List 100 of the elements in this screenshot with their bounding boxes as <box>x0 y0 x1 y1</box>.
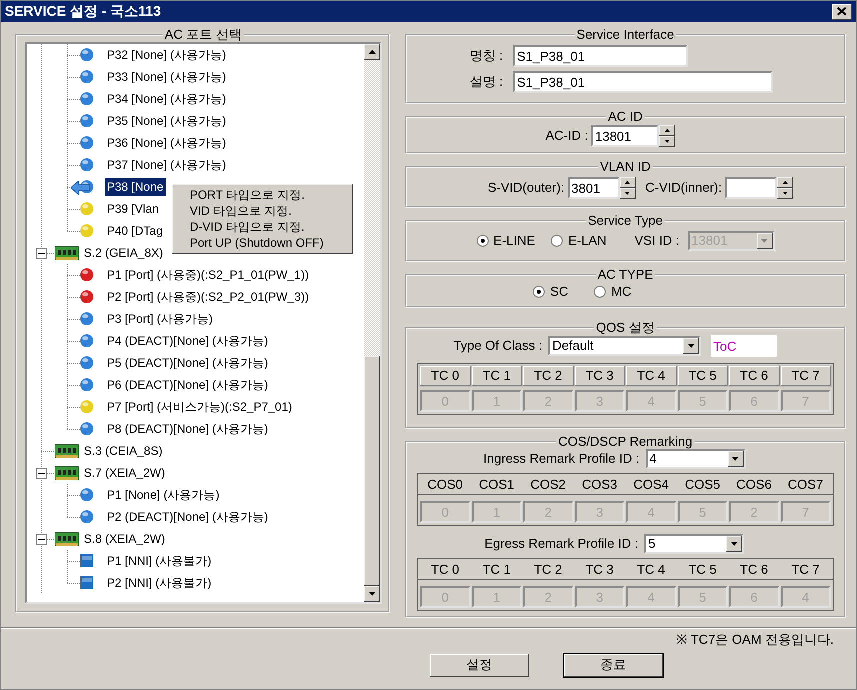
scrollbar[interactable] <box>364 44 380 602</box>
field-label: Egress Remark Profile ID : <box>484 535 638 554</box>
tree-item[interactable]: P34 [None] (사용가능) <box>105 90 228 108</box>
column-header: COS0 <box>426 476 464 494</box>
text-field[interactable]: 3801 <box>568 177 620 199</box>
column-header: TC 5 <box>688 561 718 579</box>
tree-item[interactable]: P2 [NNI] (사용불가) <box>105 574 214 592</box>
scroll-up-icon <box>368 50 376 54</box>
column-header: TC 1 <box>472 366 522 386</box>
tree-item[interactable]: P35 [None] (사용가능) <box>105 112 228 130</box>
field-label: VSI ID : <box>634 232 680 250</box>
spin-control[interactable] <box>777 177 794 199</box>
radio-button[interactable] <box>594 286 606 298</box>
group-title: AC ID <box>607 110 644 124</box>
text-field[interactable]: S1_P38_01 <box>513 45 688 67</box>
board-icon <box>55 466 79 480</box>
text-field[interactable] <box>725 177 778 199</box>
radio-option[interactable]: E-LINE <box>476 231 536 251</box>
column-header: TC 0 <box>430 561 460 579</box>
field-label: AC-ID : <box>546 127 588 146</box>
tree-item[interactable]: P1 [Port] (사용중)(:S2_P1_01(PW_1)) <box>105 266 312 284</box>
menu-item[interactable]: VID 타입으로 지정. <box>173 203 352 219</box>
expander-icon[interactable] <box>36 468 47 478</box>
field-label: 설명 : <box>468 73 504 92</box>
tree-item[interactable]: P40 [DTag <box>105 222 166 240</box>
up-arrow-icon <box>664 129 670 132</box>
field-label: Type Of Class : <box>454 337 542 356</box>
tree-item[interactable]: P38 [None <box>105 178 166 196</box>
board-icon <box>55 444 79 458</box>
tree-item[interactable]: P32 [None] (사용가능) <box>105 46 228 64</box>
tree-item[interactable]: P8 (DEACT)[None] (사용가능) <box>105 420 270 438</box>
arrow-icon <box>71 181 91 195</box>
column-header: COS5 <box>684 476 722 494</box>
close-icon <box>837 7 847 16</box>
board-icon <box>55 246 79 260</box>
window-title: SERVICE 설정 - 국소113 <box>5 2 162 21</box>
group-title: AC 포트 선택 <box>164 28 244 42</box>
radio-option[interactable]: MC <box>594 282 632 302</box>
note-text: ※ TC7은 OAM 전용입니다. <box>676 631 834 649</box>
caret-icon <box>688 344 695 348</box>
text-field[interactable]: S1_P38_01 <box>513 71 774 93</box>
column-header: TC 3 <box>584 561 615 579</box>
tree-item[interactable]: P4 (DEACT)[None] (사용가능) <box>105 332 270 350</box>
close-button[interactable] <box>832 4 852 20</box>
dropdown[interactable]: Default <box>548 336 702 356</box>
radio-button[interactable] <box>551 235 564 247</box>
caret-icon <box>730 542 738 546</box>
column-header: TC 1 <box>482 561 512 579</box>
tree-item[interactable]: P36 [None] (사용가능) <box>105 134 228 152</box>
tree-item[interactable]: P1 [NNI] (사용불가) <box>105 552 214 570</box>
tree-item[interactable]: P5 (DEACT)[None] (사용가능) <box>105 354 270 372</box>
group-title: Service Interface <box>576 28 676 42</box>
column-header: COS2 <box>530 476 568 494</box>
radio-button[interactable] <box>533 286 546 298</box>
dialog-button[interactable]: 종료 <box>564 654 663 676</box>
expander-icon[interactable] <box>36 534 47 544</box>
tree-item[interactable]: P37 [None] (사용가능) <box>105 156 228 174</box>
tree-item[interactable]: S.8 (XEIA_2W) <box>82 530 168 548</box>
down-arrow-icon <box>625 192 630 195</box>
tree-item[interactable]: P2 [Port] (사용중)(:S2_P2_01(PW_3)) <box>105 288 312 306</box>
column-header: TC 5 <box>678 366 728 386</box>
tree-item[interactable]: P39 [Vlan <box>105 200 162 218</box>
tree-item[interactable]: P7 [Port] (서비스가능)(:S2_P7_01) <box>105 398 294 416</box>
text-field[interactable]: 13801 <box>591 125 660 147</box>
expander-icon[interactable] <box>36 248 47 258</box>
column-header: TC 6 <box>729 366 780 386</box>
column-header: COS1 <box>478 476 516 494</box>
tree-item[interactable]: S.3 (CEIA_8S) <box>82 442 165 460</box>
column-header: TC 7 <box>780 366 831 386</box>
tree-item[interactable]: S.2 (GEIA_8X) <box>82 244 166 262</box>
tree-item[interactable]: P2 (DEACT)[None] (사용가능) <box>105 508 270 526</box>
radio-button[interactable] <box>476 235 489 247</box>
spin-control[interactable] <box>659 125 676 147</box>
board-icon <box>55 532 79 546</box>
field-label: Ingress Remark Profile ID : <box>484 450 640 468</box>
menu-item[interactable]: D-VID 타입으로 지정. <box>173 219 352 235</box>
tree-item[interactable]: P6 (DEACT)[None] (사용가능) <box>105 376 270 394</box>
column-header: TC 4 <box>636 561 666 579</box>
tree-item[interactable]: P33 [None] (사용가능) <box>105 68 228 86</box>
down-arrow-icon <box>664 140 670 143</box>
menu-item[interactable]: Port UP (Shutdown OFF) <box>173 235 352 251</box>
caret-icon <box>732 457 740 461</box>
dropdown[interactable]: 4 <box>646 449 746 469</box>
field-label: S-VID(outer): <box>488 179 565 198</box>
field-label: 명칭 : <box>468 47 504 66</box>
text-field[interactable]: ToC <box>711 335 778 357</box>
menu-item[interactable]: PORT 타입으로 지정. <box>173 187 352 203</box>
tree-item[interactable]: P3 [Port] (사용가능) <box>105 310 216 328</box>
radio-option[interactable]: SC <box>533 282 568 302</box>
dialog-button[interactable]: 설정 <box>430 654 529 676</box>
group-title: Service Type <box>587 214 664 228</box>
dropdown[interactable]: 5 <box>644 534 744 554</box>
up-arrow-icon <box>625 181 630 184</box>
column-header: COS4 <box>632 476 670 494</box>
tree-item[interactable]: P1 [None] (사용가능) <box>105 486 222 504</box>
scroll-down-icon <box>368 592 376 596</box>
radio-option[interactable]: E-LAN <box>551 231 607 251</box>
group-title: VLAN ID <box>599 160 652 174</box>
tree-item[interactable]: S.7 (XEIA_2W) <box>82 464 168 482</box>
spin-control[interactable] <box>620 177 636 199</box>
